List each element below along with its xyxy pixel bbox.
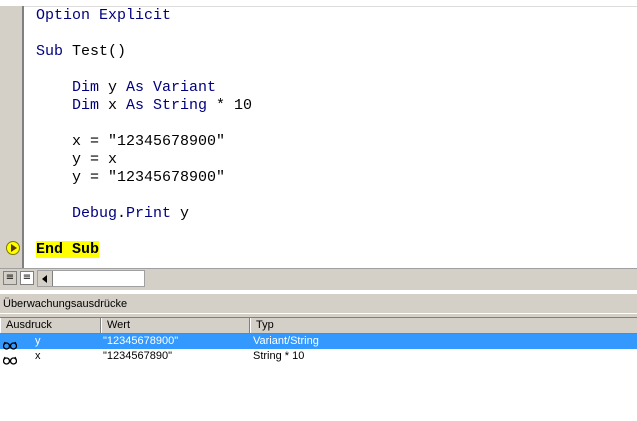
full-module-view-icon: ≡ (22, 272, 32, 283)
code-token: Option Explicit (36, 7, 172, 24)
code-token: Sub (36, 43, 73, 60)
code-line[interactable]: Dim y As Variant (36, 79, 216, 97)
watch-row[interactable]: y "12345678900" Variant/String (0, 334, 637, 350)
watch-window[interactable]: Überwachungsausdrücke Ausdruck Wert Typ … (0, 294, 637, 421)
code-token: x = "12345678900" (36, 133, 226, 150)
code-token: y (171, 205, 190, 222)
horizontal-scrollbar[interactable] (37, 270, 145, 287)
code-line[interactable]: x = "12345678900" (36, 133, 225, 151)
code-line[interactable]: Debug.Print y (36, 205, 189, 223)
procedure-view-icon: ≡ (5, 272, 15, 283)
code-line[interactable]: Option Explicit (36, 7, 171, 25)
code-editor[interactable]: Option Explicit Sub Test() Dim y As Vari… (36, 0, 626, 268)
margin-indicator-bar[interactable] (0, 6, 24, 268)
column-header-expression[interactable]: Ausdruck (0, 318, 101, 333)
code-token: . (117, 205, 127, 222)
watch-list-header: Ausdruck Wert Typ (0, 318, 637, 334)
watch-expression: y (35, 335, 41, 347)
procedure-view-button[interactable]: ≡ (3, 271, 17, 285)
watch-glasses-icon (2, 352, 18, 365)
watch-type: String * 10 (253, 350, 305, 362)
code-token: Debug (36, 205, 118, 222)
watch-expression: x (35, 350, 41, 362)
code-token: As Variant (126, 79, 217, 96)
code-line[interactable]: y = x (36, 151, 117, 169)
code-token: y = "12345678900" (36, 169, 226, 186)
code-token: y (108, 79, 127, 96)
watch-type: Variant/String (253, 335, 319, 347)
watch-glasses-icon (2, 337, 18, 350)
code-line[interactable]: Dim x As String * 10 (36, 97, 252, 115)
code-line[interactable]: y = "12345678900" (36, 169, 225, 187)
scroll-left-arrow-icon[interactable] (38, 271, 53, 286)
code-token: Test() (72, 43, 127, 60)
column-header-type[interactable]: Typ (250, 318, 637, 333)
code-token: y = x (36, 151, 118, 168)
code-line-current[interactable]: End Sub (36, 241, 100, 259)
code-token: * 10 (207, 97, 253, 114)
full-module-view-button[interactable]: ≡ (20, 271, 34, 285)
watch-value: "12345678900" (103, 335, 179, 347)
code-token: Dim (36, 97, 109, 114)
code-line[interactable]: Sub Test() (36, 43, 126, 61)
code-token: x (108, 97, 127, 114)
code-token: End Sub (36, 241, 100, 258)
watch-row[interactable]: x "1234567890" String * 10 (0, 349, 637, 365)
code-window-status-strip: ≡ ≡ (0, 268, 637, 290)
code-token: Print (126, 205, 172, 222)
column-header-value[interactable]: Wert (101, 318, 250, 333)
code-token: Dim (36, 79, 109, 96)
code-window[interactable]: Option Explicit Sub Test() Dim y As Vari… (0, 0, 637, 290)
code-token: As String (126, 97, 208, 114)
watch-list[interactable]: Ausdruck Wert Typ y "12345678900" Variant/… (0, 317, 637, 421)
watch-window-title[interactable]: Überwachungsausdrücke (0, 294, 637, 314)
execution-point-arrow-icon (6, 241, 20, 255)
watch-value: "1234567890" (103, 350, 172, 362)
